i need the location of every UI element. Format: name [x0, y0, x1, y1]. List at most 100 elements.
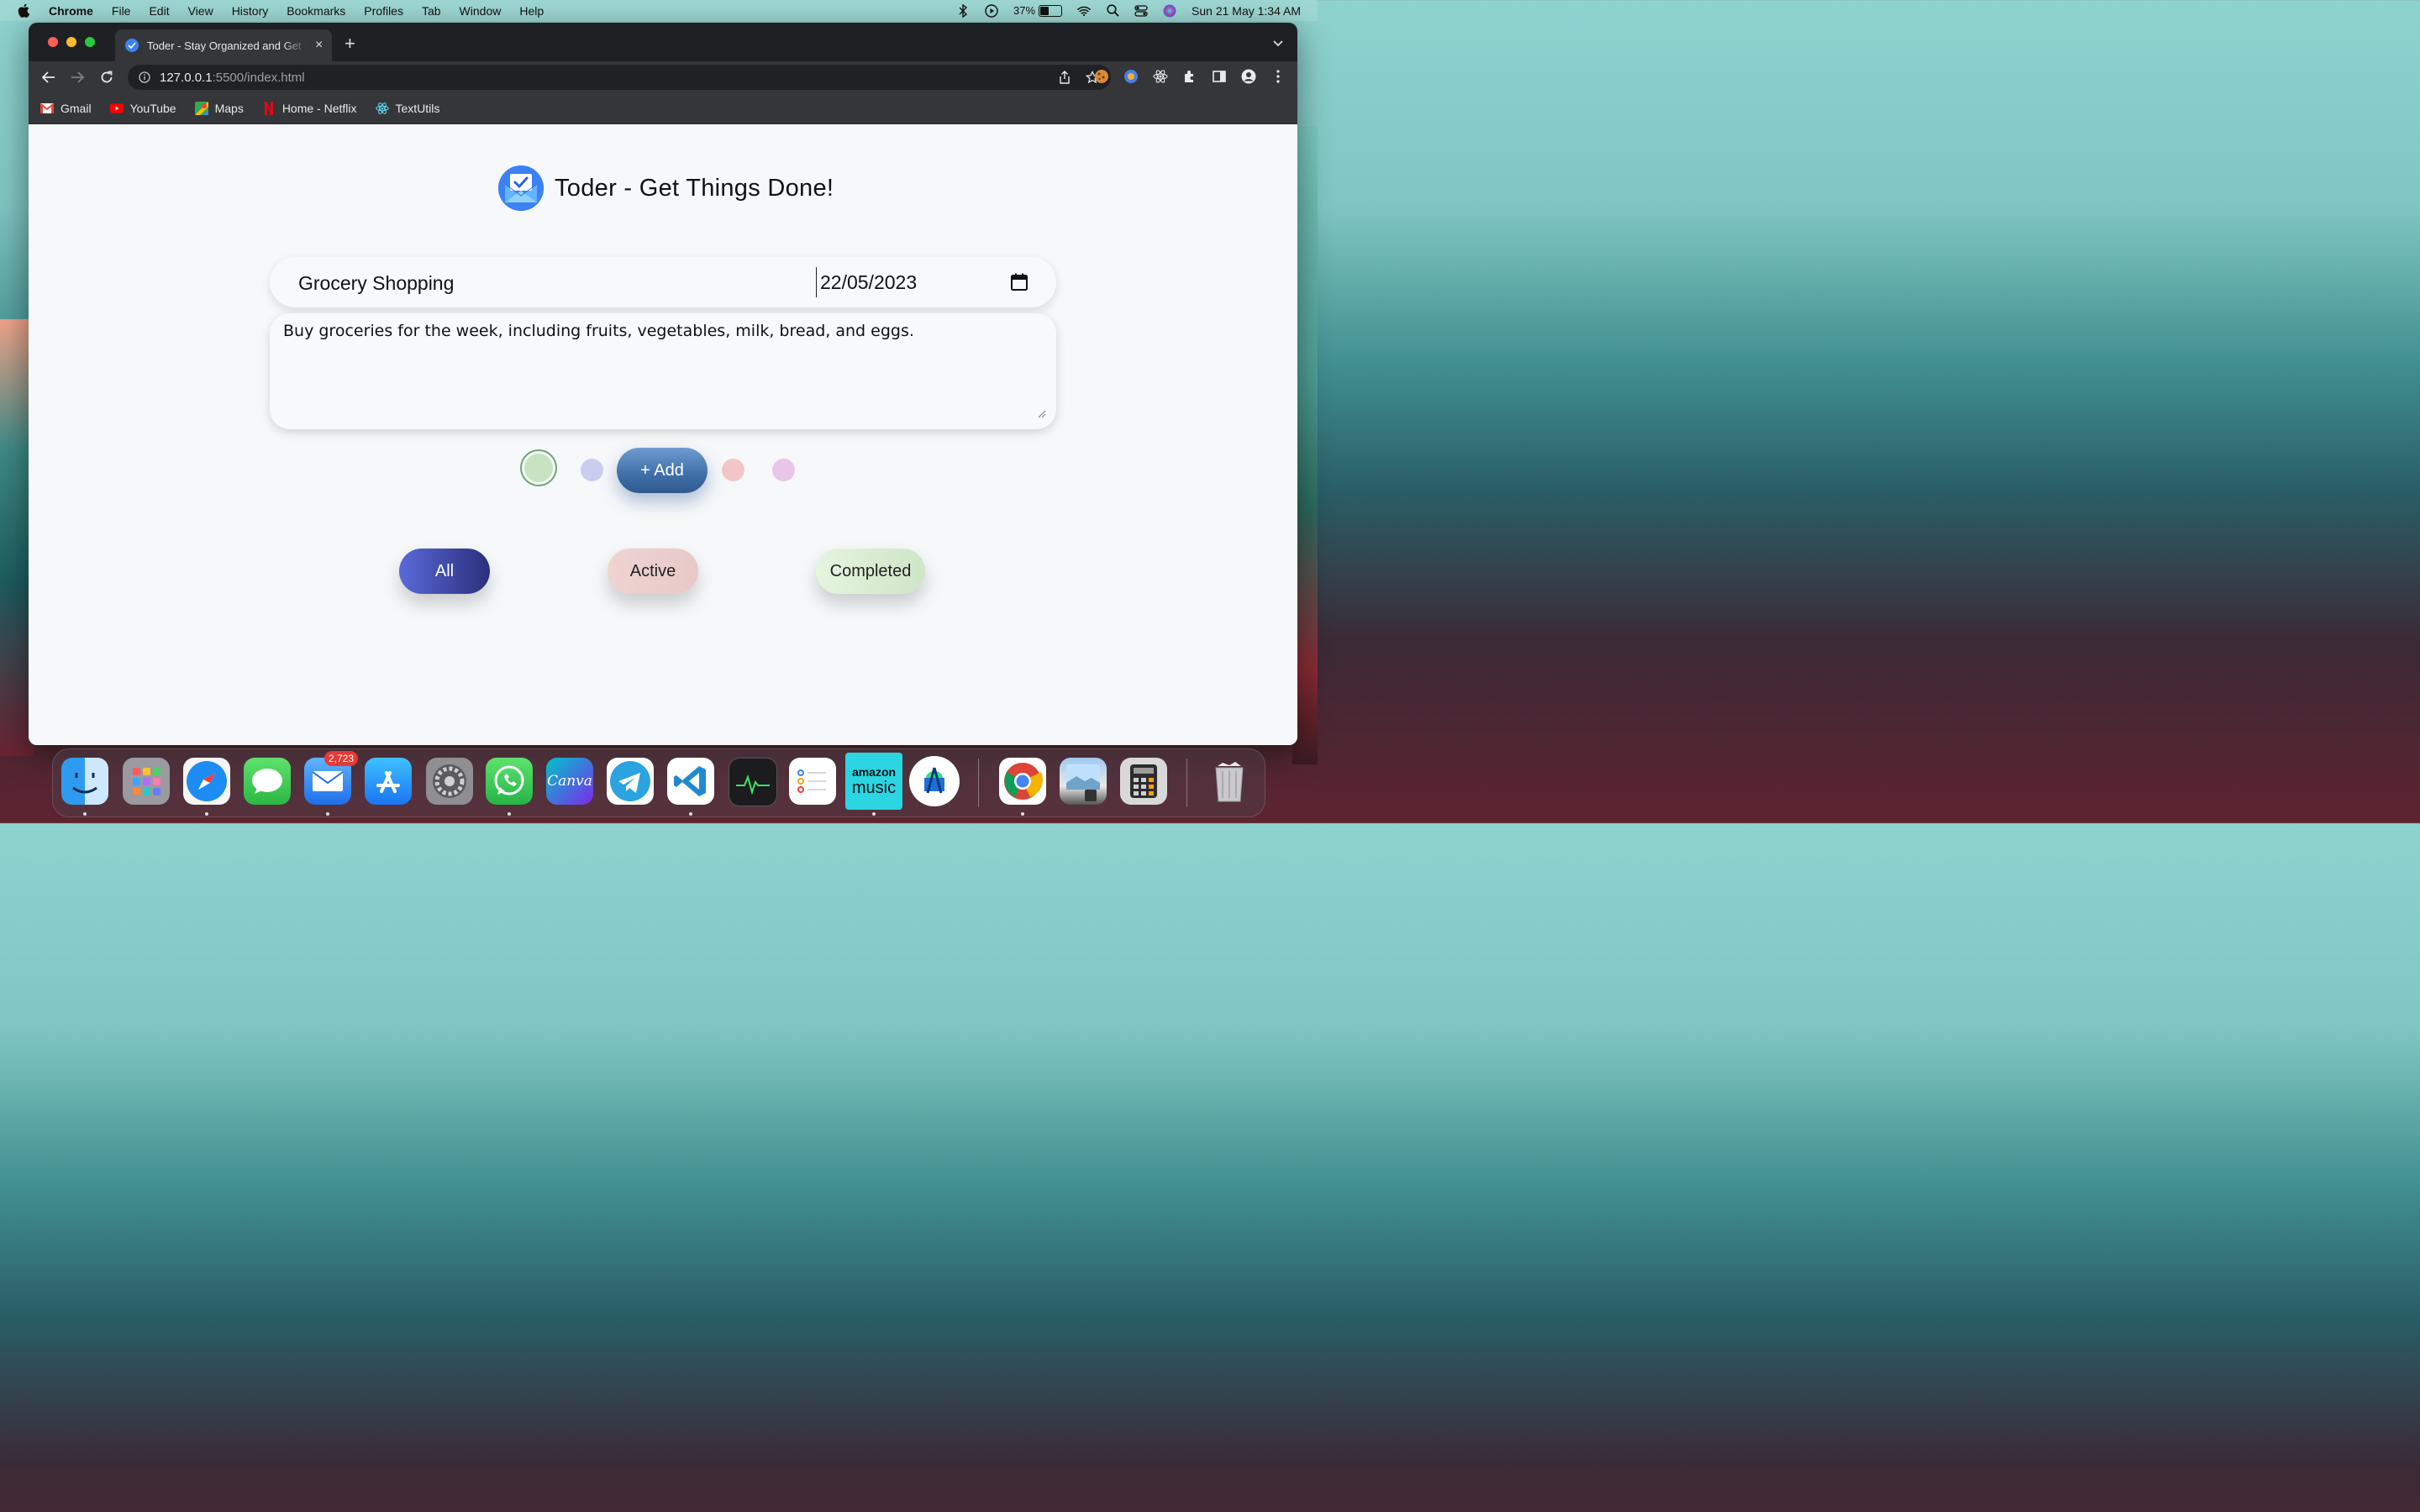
- filter-completed-button[interactable]: Completed: [816, 549, 925, 594]
- minimize-window-button[interactable]: [66, 37, 76, 47]
- new-tab-button[interactable]: +: [345, 34, 355, 53]
- extensions-puzzle-icon[interactable]: [1182, 69, 1197, 84]
- site-info-icon[interactable]: [138, 71, 151, 84]
- messages-icon[interactable]: [244, 758, 291, 805]
- chrome-icon[interactable]: [999, 758, 1046, 805]
- add-task-button[interactable]: + Add: [617, 448, 708, 493]
- bookmark-label: YouTube: [129, 102, 176, 115]
- bookmark-textutils[interactable]: TextUtils: [375, 102, 440, 115]
- menu-bar: Chrome File Edit View History Bookmarks …: [0, 0, 1318, 21]
- chrome-running-dot: [1021, 812, 1024, 816]
- app-store-icon[interactable]: [365, 758, 412, 805]
- bookmark-gmail[interactable]: Gmail: [40, 102, 92, 115]
- spotlight-search-icon[interactable]: [1106, 4, 1119, 18]
- filter-active-button[interactable]: Active: [608, 549, 698, 594]
- whatsapp-icon[interactable]: [486, 758, 533, 805]
- reminders-icon[interactable]: [789, 758, 836, 805]
- wifi-icon[interactable]: [1077, 4, 1091, 18]
- back-button[interactable]: [41, 70, 56, 85]
- color-option-purple[interactable]: [772, 459, 795, 481]
- color-option-blue[interactable]: [581, 459, 603, 481]
- battery-indicator[interactable]: 37%: [1013, 4, 1063, 17]
- menu-window[interactable]: Window: [460, 4, 502, 18]
- tab-title: Toder - Stay Organized and Get Things Do…: [147, 39, 307, 52]
- menu-view[interactable]: View: [188, 4, 213, 18]
- activity-monitor-icon[interactable]: [729, 758, 777, 806]
- finder-running-dot: [83, 812, 87, 816]
- menu-history[interactable]: History: [232, 4, 269, 18]
- reload-button[interactable]: [99, 70, 114, 85]
- bookmark-label: TextUtils: [395, 102, 440, 115]
- safari-icon[interactable]: [183, 758, 230, 805]
- zoom-window-button[interactable]: [85, 37, 95, 47]
- profile-avatar-icon[interactable]: [1241, 69, 1256, 84]
- trash-icon[interactable]: [1206, 758, 1253, 805]
- bookmark-maps[interactable]: Maps: [194, 102, 244, 115]
- react-devtools-icon[interactable]: [1153, 69, 1168, 84]
- close-window-button[interactable]: [48, 37, 58, 47]
- mail-running-dot: [326, 812, 329, 816]
- menu-edit[interactable]: Edit: [149, 4, 169, 18]
- toder-logo-icon: [498, 165, 544, 211]
- active-tab[interactable]: Toder - Stay Organized and Get Things Do…: [115, 29, 332, 61]
- menu-profiles[interactable]: Profiles: [364, 4, 403, 18]
- vscode-running-dot: [689, 812, 692, 816]
- bookmark-youtube[interactable]: YouTube: [109, 102, 176, 115]
- bookmark-label: Gmail: [60, 102, 92, 115]
- side-panel-icon[interactable]: [1212, 69, 1227, 84]
- bookmark-netflix[interactable]: Home - Netflix: [262, 102, 357, 115]
- task-date-value: 22/05/2023: [820, 270, 918, 293]
- cookie-extension-icon[interactable]: [1094, 69, 1109, 84]
- filter-all-button[interactable]: All: [399, 549, 490, 594]
- menu-tab[interactable]: Tab: [422, 4, 441, 18]
- mail-unread-badge: 2,723: [324, 751, 358, 766]
- color-option-green[interactable]: [524, 454, 553, 482]
- menu-file[interactable]: File: [112, 4, 131, 18]
- page-title: Toder - Get Things Done!: [555, 174, 834, 202]
- color-option-pink[interactable]: [722, 459, 744, 481]
- amazon-music-label-bottom: music: [851, 778, 897, 797]
- launchpad-icon[interactable]: [123, 758, 170, 805]
- calendar-icon[interactable]: [1011, 273, 1029, 291]
- telegram-icon[interactable]: [607, 758, 654, 805]
- menu-app-name[interactable]: Chrome: [49, 4, 93, 18]
- mail-icon[interactable]: 2,723: [304, 751, 358, 805]
- battery-icon: [1039, 4, 1063, 17]
- task-form: 22/05/2023 Buy groceries for the week, i…: [270, 257, 1056, 429]
- forward-button[interactable]: [70, 70, 85, 85]
- share-icon[interactable]: [1059, 71, 1071, 88]
- control-center-icon[interactable]: [1134, 4, 1148, 18]
- task-name-input[interactable]: [297, 269, 771, 297]
- bluetooth-icon[interactable]: [956, 3, 970, 18]
- apple-icon[interactable]: [17, 3, 30, 18]
- now-playing-icon[interactable]: [985, 3, 998, 18]
- system-settings-icon[interactable]: [426, 758, 473, 805]
- finder-icon[interactable]: [61, 758, 108, 805]
- address-bar[interactable]: 127.0.0.1:5500/index.html: [128, 65, 1111, 90]
- colorful-extension-icon[interactable]: [1123, 69, 1139, 84]
- more-options-icon[interactable]: [1270, 69, 1286, 84]
- menu-bookmarks[interactable]: Bookmarks: [287, 4, 345, 18]
- preview-icon[interactable]: [1060, 758, 1107, 805]
- vscode-icon[interactable]: [667, 758, 714, 805]
- close-tab-icon[interactable]: ×: [315, 38, 323, 53]
- bookmarks-bar: Gmail YouTube Maps Home - Netflix TextUt…: [29, 93, 1297, 124]
- resize-handle-icon[interactable]: [1038, 407, 1046, 418]
- page-content: Toder - Get Things Done! 22/05/2023 Buy …: [29, 124, 1297, 745]
- amazon-music-running-dot: [872, 812, 876, 816]
- canva-icon[interactable]: Canva: [546, 758, 593, 805]
- task-description-text: Buy groceries for the week, including fr…: [283, 322, 914, 340]
- task-date-input[interactable]: 22/05/2023: [816, 267, 1022, 297]
- task-description-textarea[interactable]: Buy groceries for the week, including fr…: [270, 313, 1056, 429]
- calculator-icon[interactable]: [1120, 758, 1167, 805]
- netflix-icon: [262, 102, 276, 115]
- amazon-music-icon[interactable]: amazon music: [845, 753, 902, 810]
- menubar-clock[interactable]: Sun 21 May 1:34 AM: [1192, 4, 1301, 18]
- task-input-row: 22/05/2023: [270, 257, 1056, 307]
- tab-search-chevron-icon[interactable]: [1272, 36, 1284, 51]
- menu-help[interactable]: Help: [519, 4, 544, 18]
- url-text: 127.0.0.1:5500/index.html: [160, 71, 305, 85]
- siri-icon[interactable]: [1163, 4, 1176, 18]
- android-studio-icon[interactable]: [909, 756, 960, 806]
- dock-separator: [1186, 759, 1187, 807]
